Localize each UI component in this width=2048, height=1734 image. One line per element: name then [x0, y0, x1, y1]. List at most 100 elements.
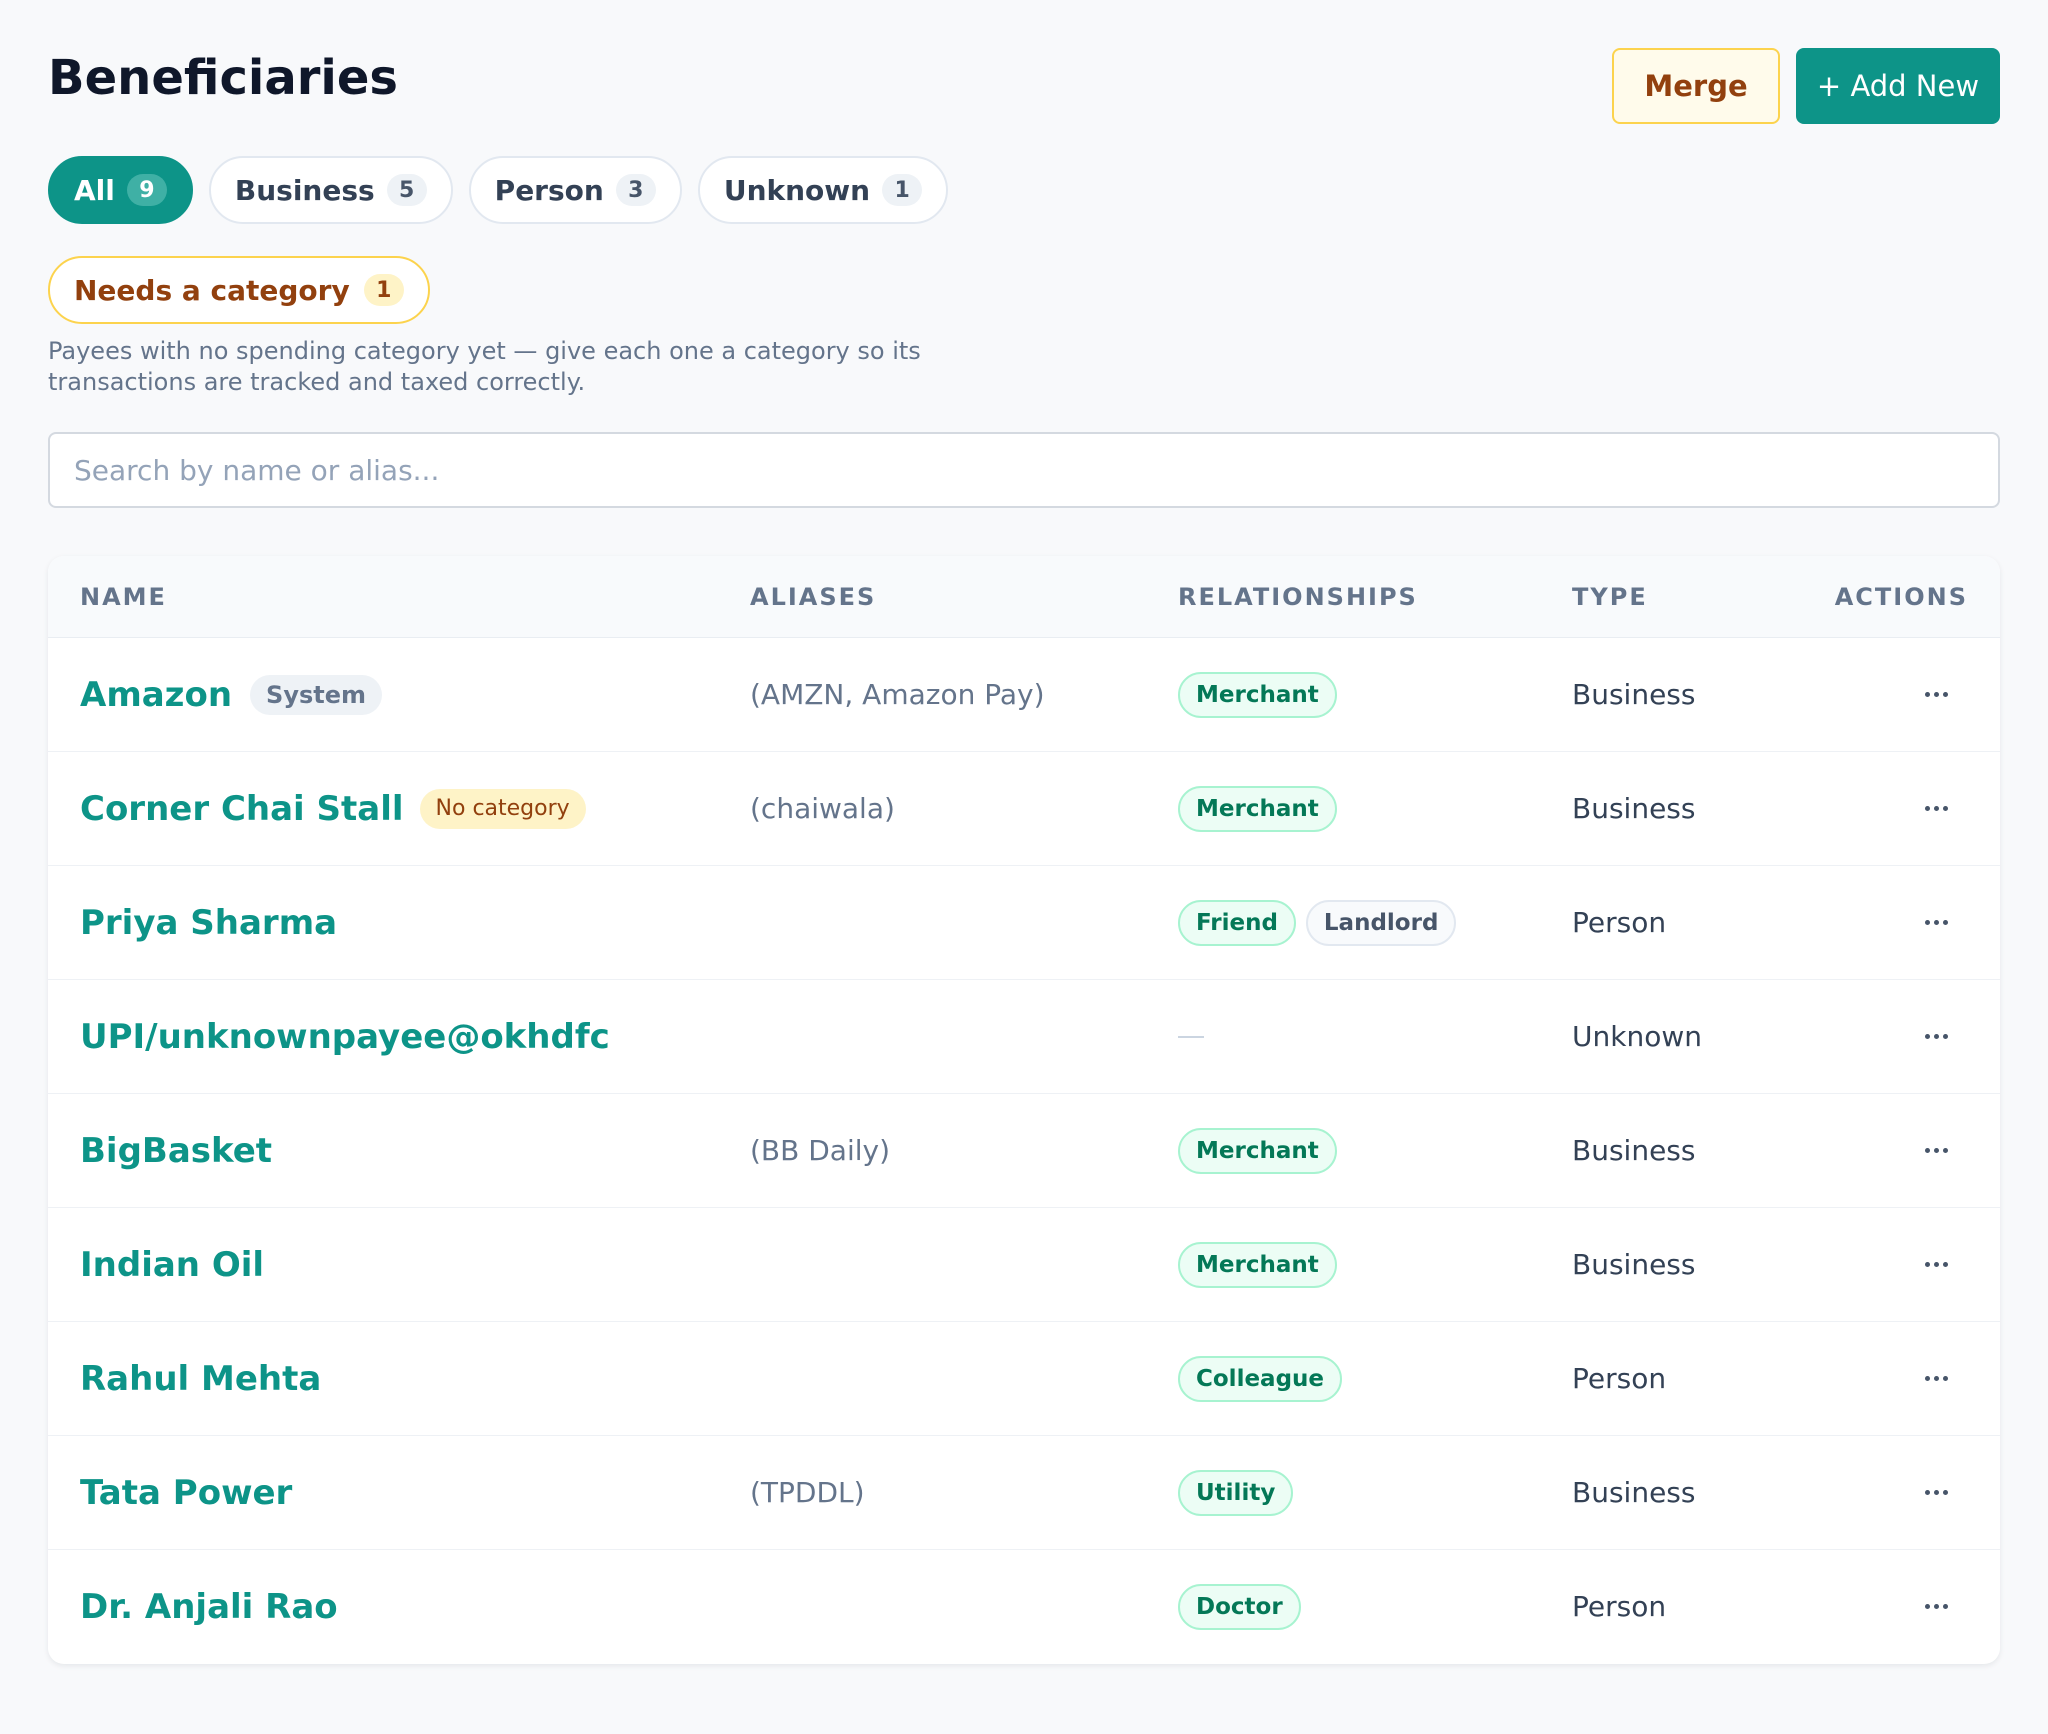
- relationship-tag: Merchant: [1178, 671, 1337, 718]
- actions-cell: [1904, 752, 1968, 865]
- system-badge: System: [250, 674, 383, 715]
- actions-cell: [1904, 1436, 1968, 1549]
- filter-count: 1: [882, 174, 923, 206]
- relationship-tag: Doctor: [1178, 1583, 1301, 1630]
- actions-cell: [1904, 638, 1968, 751]
- column-header-relationships: RELATIONSHIPS: [1178, 583, 1418, 611]
- more-horizontal-icon[interactable]: [1912, 1359, 1960, 1399]
- beneficiary-name-link[interactable]: UPI/unknownpayee@okhdfc: [80, 1017, 610, 1057]
- relationships-cell: Merchant: [1178, 1208, 1337, 1321]
- more-dot: [1933, 1376, 1939, 1381]
- more-dot: [1924, 1490, 1930, 1495]
- more-dot: [1933, 1490, 1939, 1495]
- filter-person[interactable]: Person 3: [468, 156, 682, 224]
- more-horizontal-icon[interactable]: [1912, 675, 1960, 715]
- search-input[interactable]: [48, 432, 2000, 508]
- table-body: Amazon System (AMZN, Amazon Pay) Merchant Bu…: [48, 638, 2000, 1664]
- filter-label: Business: [234, 173, 375, 207]
- needs-category-label: Needs a category: [74, 273, 350, 307]
- more-dot: [1933, 692, 1939, 697]
- more-horizontal-icon[interactable]: [1912, 903, 1960, 943]
- needs-category-filter[interactable]: Needs a category 1: [48, 256, 430, 324]
- empty-dash: [1178, 1035, 1204, 1038]
- relationship-tag: Colleague: [1178, 1355, 1343, 1402]
- relationships-cell: Utility: [1178, 1436, 1294, 1549]
- table-row: BigBasket (BB Daily) Merchant Business: [48, 1094, 2000, 1208]
- actions-cell: [1904, 980, 1968, 1093]
- name-cell: Amazon System: [80, 638, 383, 751]
- relationships-cell: Merchant: [1178, 752, 1337, 865]
- relationship-tag: Friend: [1178, 899, 1296, 946]
- header-actions: Merge + Add New: [1612, 48, 2000, 124]
- more-dot: [1942, 1034, 1948, 1039]
- more-horizontal-icon[interactable]: [1912, 1017, 1960, 1057]
- beneficiaries-page: Beneficiaries Merge + Add New All 9 Busi…: [0, 0, 2048, 1734]
- filter-label: All: [74, 173, 115, 207]
- more-dot: [1924, 1262, 1930, 1267]
- type-cell: Business: [1572, 1248, 1696, 1281]
- relationships-cell: Doctor: [1178, 1550, 1301, 1663]
- more-dot: [1942, 1148, 1948, 1153]
- type-filter-tabs: All 9 Business 5 Person 3 Unknown 1: [48, 156, 949, 224]
- needs-category-count: 1: [363, 274, 404, 306]
- relationship-tag: Landlord: [1305, 899, 1457, 946]
- more-dot: [1933, 806, 1939, 811]
- filter-unknown[interactable]: Unknown 1: [697, 156, 949, 224]
- more-dot: [1933, 1148, 1939, 1153]
- table-row: Dr. Anjali Rao Doctor Person: [48, 1550, 2000, 1664]
- more-horizontal-icon[interactable]: [1912, 1473, 1960, 1513]
- column-header-name: NAME: [80, 583, 167, 611]
- relationship-tag: Utility: [1178, 1469, 1294, 1516]
- beneficiary-name-link[interactable]: Tata Power: [80, 1473, 292, 1513]
- page-title: Beneficiaries: [48, 50, 398, 106]
- filter-business[interactable]: Business 5: [208, 156, 453, 224]
- beneficiary-name-link[interactable]: BigBasket: [80, 1131, 272, 1171]
- aliases-cell: (chaiwala): [750, 792, 895, 825]
- more-dot: [1942, 920, 1948, 925]
- more-dot: [1924, 806, 1930, 811]
- filter-count: 5: [386, 174, 427, 206]
- more-dot: [1933, 1034, 1939, 1039]
- type-cell: Unknown: [1572, 1020, 1702, 1053]
- no-category-badge: No category: [419, 788, 586, 829]
- relationship-tag: Merchant: [1178, 1241, 1337, 1288]
- filter-count: 9: [126, 174, 167, 206]
- table-row: Corner Chai Stall No category (chaiwala) Me…: [48, 752, 2000, 866]
- name-cell: Tata Power: [80, 1436, 292, 1549]
- actions-cell: [1904, 1322, 1968, 1435]
- more-dot: [1933, 920, 1939, 925]
- more-horizontal-icon[interactable]: [1912, 789, 1960, 829]
- more-horizontal-icon[interactable]: [1912, 1587, 1960, 1627]
- more-dot: [1942, 1262, 1948, 1267]
- type-cell: Person: [1572, 906, 1667, 939]
- relationships-cell: [1178, 980, 1204, 1093]
- beneficiary-name-link[interactable]: Indian Oil: [80, 1245, 264, 1285]
- add-new-button[interactable]: + Add New: [1796, 48, 2000, 124]
- more-dot: [1942, 806, 1948, 811]
- more-dot: [1924, 1604, 1930, 1609]
- more-dot: [1942, 1490, 1948, 1495]
- beneficiary-name-link[interactable]: Amazon: [80, 675, 232, 715]
- more-dot: [1924, 1034, 1930, 1039]
- beneficiary-name-link[interactable]: Corner Chai Stall: [80, 789, 404, 829]
- table-row: UPI/unknownpayee@okhdfc Unknown: [48, 980, 2000, 1094]
- more-dot: [1924, 920, 1930, 925]
- beneficiary-name-link[interactable]: Priya Sharma: [80, 903, 337, 943]
- type-cell: Business: [1572, 792, 1696, 825]
- aliases-cell: (AMZN, Amazon Pay): [750, 678, 1045, 711]
- relationship-tag: Merchant: [1178, 1127, 1337, 1174]
- aliases-cell: (TPDDL): [750, 1476, 865, 1509]
- relationships-cell: Merchant: [1178, 1094, 1337, 1207]
- needs-category-helper-text: Payees with no spending category yet — g…: [48, 337, 921, 396]
- name-cell: Corner Chai Stall No category: [80, 752, 586, 865]
- beneficiary-name-link[interactable]: Dr. Anjali Rao: [80, 1587, 338, 1627]
- more-horizontal-icon[interactable]: [1912, 1131, 1960, 1171]
- type-cell: Business: [1572, 1134, 1696, 1167]
- merge-button[interactable]: Merge: [1612, 48, 1780, 124]
- more-dot: [1924, 1148, 1930, 1153]
- aliases-cell: (BB Daily): [750, 1134, 891, 1167]
- filter-all[interactable]: All 9: [48, 156, 193, 224]
- beneficiary-name-link[interactable]: Rahul Mehta: [80, 1359, 321, 1399]
- more-horizontal-icon[interactable]: [1912, 1245, 1960, 1285]
- table-row: Rahul Mehta Colleague Person: [48, 1322, 2000, 1436]
